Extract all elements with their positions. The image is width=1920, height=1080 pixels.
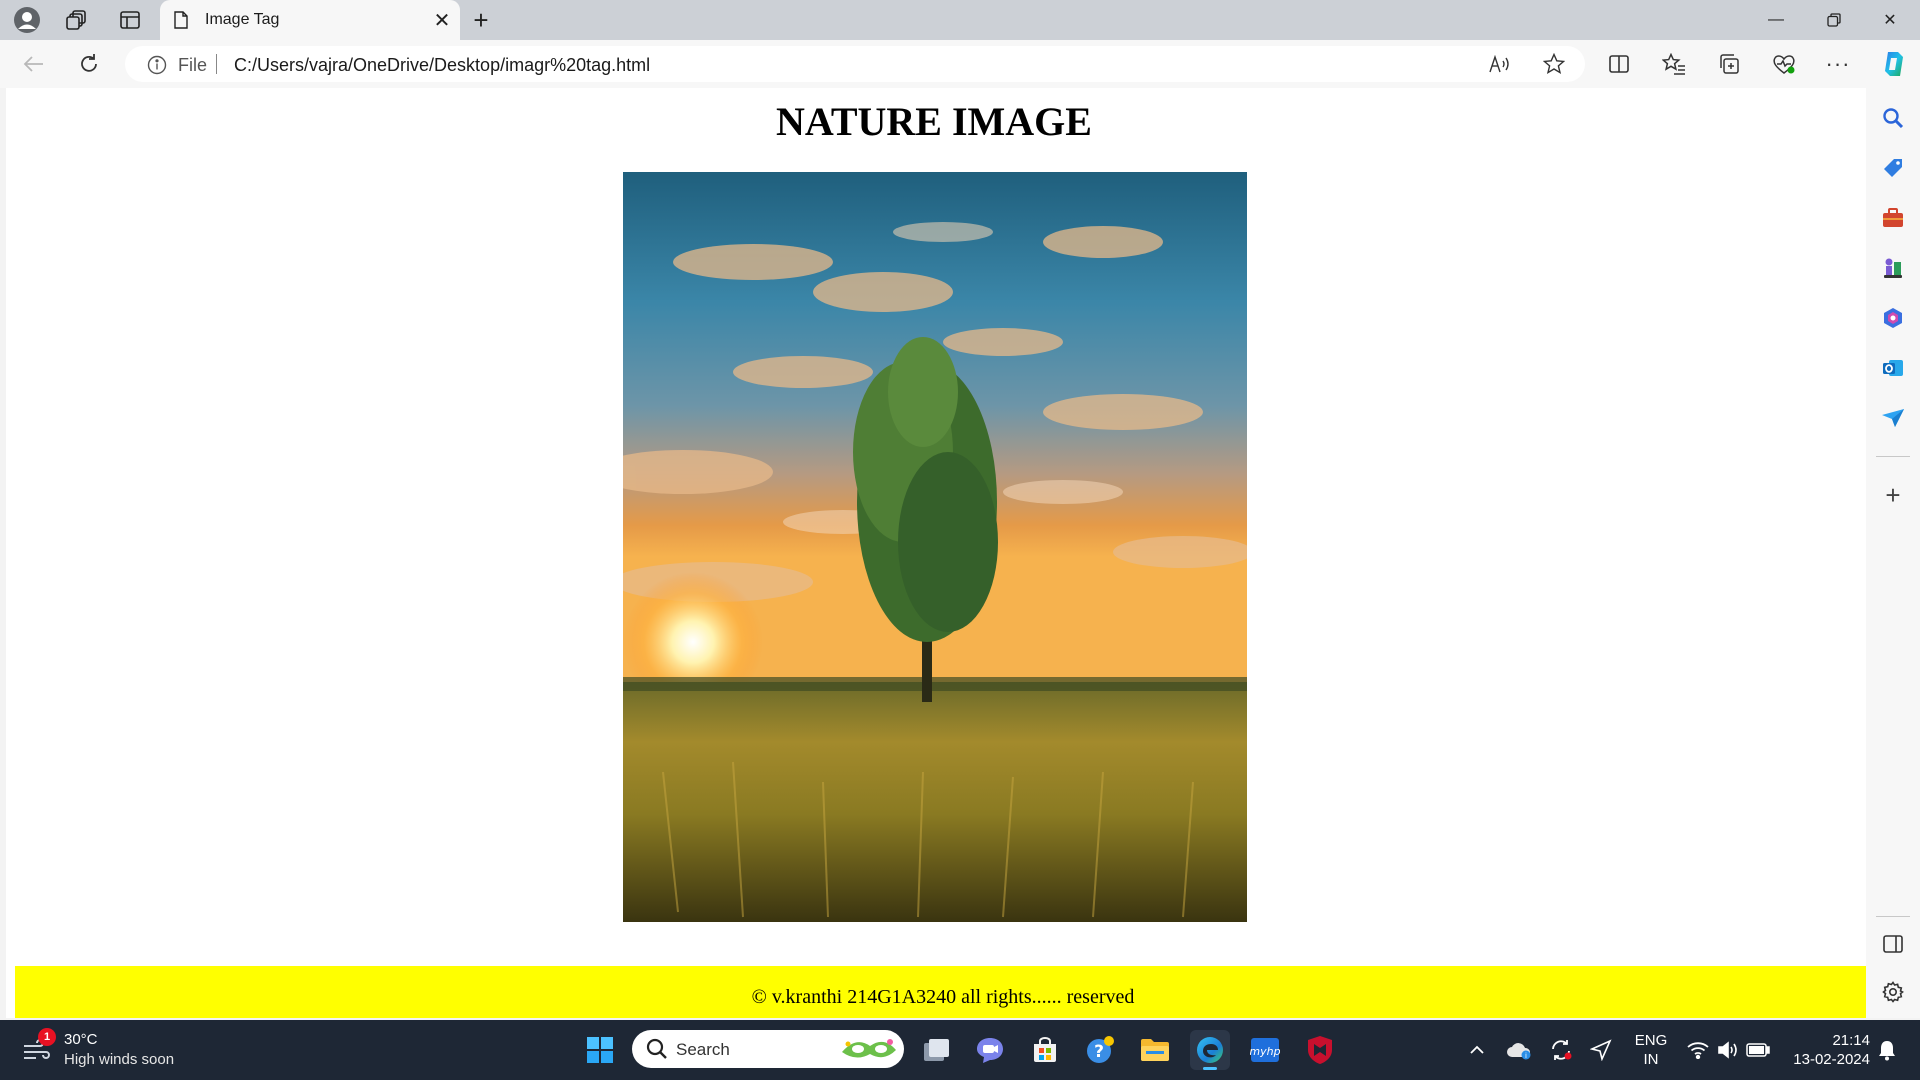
search-placeholder: Search: [676, 1040, 730, 1059]
shopping-tag-icon[interactable]: [1879, 154, 1907, 182]
settings-gear-icon[interactable]: [1879, 978, 1907, 1006]
language-line2: IN: [1643, 1051, 1659, 1068]
browser-essentials-icon[interactable]: [1766, 48, 1802, 80]
send-plane-icon[interactable]: [1879, 404, 1907, 432]
svg-text:i: i: [1525, 1052, 1527, 1060]
nature-image: [623, 172, 1247, 922]
read-aloud-icon[interactable]: [1487, 53, 1513, 75]
search-icon[interactable]: [1879, 104, 1907, 132]
footer-copyright: © v.kranthi 214G1A3240 all rights...... …: [751, 986, 1135, 1008]
location-arrow-icon[interactable]: [1584, 1030, 1618, 1070]
onedrive-icon[interactable]: i: [1502, 1030, 1536, 1070]
web-page-content: NATURE IMAGE © v.kranthi 214G1A3240 all …: [6, 88, 1871, 1018]
tab-image-tag[interactable]: Image Tag ✕: [160, 0, 460, 40]
profile-avatar-icon[interactable]: [7, 6, 47, 34]
search-icon: [646, 1038, 668, 1065]
language-indicator[interactable]: ENG IN: [1628, 1030, 1674, 1070]
vertical-tabs-icon[interactable]: [110, 6, 150, 34]
weather-alert-badge: 1: [38, 1028, 56, 1046]
browser-title-bar: Image Tag ✕ + — ✕: [0, 0, 1920, 40]
active-app-indicator: [1203, 1067, 1217, 1070]
edge-sidebar: +: [1866, 88, 1920, 1018]
taskbar-search-box[interactable]: Search: [632, 1030, 904, 1068]
get-help-icon[interactable]: ?: [1080, 1030, 1120, 1070]
microsoft-365-icon[interactable]: [1879, 304, 1907, 332]
wifi-icon[interactable]: [1683, 1030, 1713, 1070]
volume-icon[interactable]: [1713, 1030, 1743, 1070]
restore-icon[interactable]: [1806, 0, 1862, 40]
refresh-icon[interactable]: [71, 48, 107, 80]
clock-time: 21:14: [1832, 1032, 1870, 1049]
split-screen-icon[interactable]: [1601, 48, 1637, 80]
outlook-icon[interactable]: [1879, 354, 1907, 382]
page-document-icon: [174, 11, 188, 34]
page-heading: NATURE IMAGE: [776, 99, 1092, 144]
clock-date: 13-02-2024: [1793, 1051, 1870, 1068]
windows-start-icon[interactable]: [580, 1030, 620, 1070]
collections-icon[interactable]: [1711, 48, 1747, 80]
teams-chat-icon[interactable]: [970, 1030, 1010, 1070]
edge-browser-icon[interactable]: [1190, 1030, 1230, 1070]
weather-description: High winds soon: [64, 1051, 175, 1068]
language-line1: ENG: [1634, 1032, 1668, 1049]
tools-briefcase-icon[interactable]: [1879, 204, 1907, 232]
task-view-icon[interactable]: [917, 1030, 957, 1070]
clock[interactable]: 21:14 13-02-2024: [1782, 1030, 1872, 1070]
scheme-label: File: [178, 55, 208, 75]
search-highlight-mask-icon: [838, 1034, 900, 1069]
sidebar-divider: [1876, 916, 1910, 917]
minimize-icon[interactable]: —: [1748, 0, 1804, 40]
tab-title: Image Tag: [205, 11, 280, 28]
svg-text:myhp: myhp: [1250, 1045, 1280, 1058]
show-hidden-icons-chevron-icon[interactable]: [1462, 1030, 1492, 1070]
games-chess-icon[interactable]: [1879, 254, 1907, 282]
mcafee-shield-icon[interactable]: [1300, 1030, 1340, 1070]
sync-icon[interactable]: [1544, 1030, 1578, 1070]
site-info-icon[interactable]: [147, 55, 167, 80]
weather-temperature: 30°C: [64, 1031, 98, 1048]
close-window-icon[interactable]: ✕: [1862, 0, 1918, 40]
myhp-icon[interactable]: myhp: [1245, 1030, 1285, 1070]
sidebar-divider: [1876, 456, 1910, 457]
windows-taskbar: 1 30°C High winds soon Search ? myhp i E…: [0, 1020, 1920, 1080]
microsoft-store-icon[interactable]: [1025, 1030, 1065, 1070]
favorites-icon[interactable]: [1656, 48, 1692, 80]
address-bar[interactable]: File C:/Users/vajra/OneDrive/Desktop/ima…: [125, 46, 1585, 82]
notification-bell-icon[interactable]: [1872, 1030, 1902, 1070]
new-tab-icon[interactable]: +: [465, 5, 497, 35]
address-separator: [216, 54, 217, 74]
battery-icon[interactable]: [1742, 1030, 1774, 1070]
favorite-star-icon[interactable]: [1541, 53, 1567, 75]
url-text[interactable]: C:/Users/vajra/OneDrive/Desktop/imagr%20…: [234, 55, 650, 76]
weather-widget[interactable]: 1 30°C High winds soon: [0, 1020, 190, 1080]
footer-bar: © v.kranthi 214G1A3240 all rights...... …: [15, 966, 1871, 1018]
svg-text:?: ?: [1094, 1042, 1104, 1062]
copilot-icon[interactable]: [1876, 48, 1912, 80]
close-tab-icon[interactable]: ✕: [430, 8, 454, 32]
add-sidebar-app-icon[interactable]: +: [1879, 480, 1907, 510]
back-arrow-icon[interactable]: [16, 48, 52, 80]
hide-sidebar-icon[interactable]: [1879, 930, 1907, 958]
workspaces-icon[interactable]: [57, 6, 97, 34]
file-explorer-icon[interactable]: [1135, 1030, 1175, 1070]
more-options-icon[interactable]: ···: [1820, 48, 1856, 80]
browser-toolbar: File C:/Users/vajra/OneDrive/Desktop/ima…: [0, 40, 1920, 88]
